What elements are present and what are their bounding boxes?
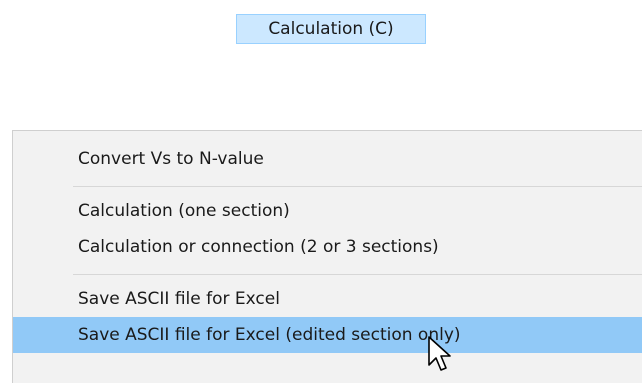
mouse-pointer-icon [428,336,451,371]
menu-separator [73,186,642,187]
menu-item-save-ascii-excel-edited-section[interactable]: Save ASCII file for Excel (edited sectio… [13,317,642,353]
menubar-calculation[interactable]: Calculation (C) [236,14,426,44]
menu-item-calculation-or-connection[interactable]: Calculation or connection (2 or 3 sectio… [13,229,642,265]
dropdown-menu: Convert Vs to N-value Calculation (one s… [12,130,642,383]
menu-separator [73,274,642,275]
menu-item-save-ascii-excel[interactable]: Save ASCII file for Excel [13,281,642,317]
app-window: Calculation (C) Convert Vs to N-value Ca… [0,0,642,383]
menu-item-calculation-one-section[interactable]: Calculation (one section) [13,193,642,229]
menu-item-convert-vs-to-n-value[interactable]: Convert Vs to N-value [13,141,642,177]
